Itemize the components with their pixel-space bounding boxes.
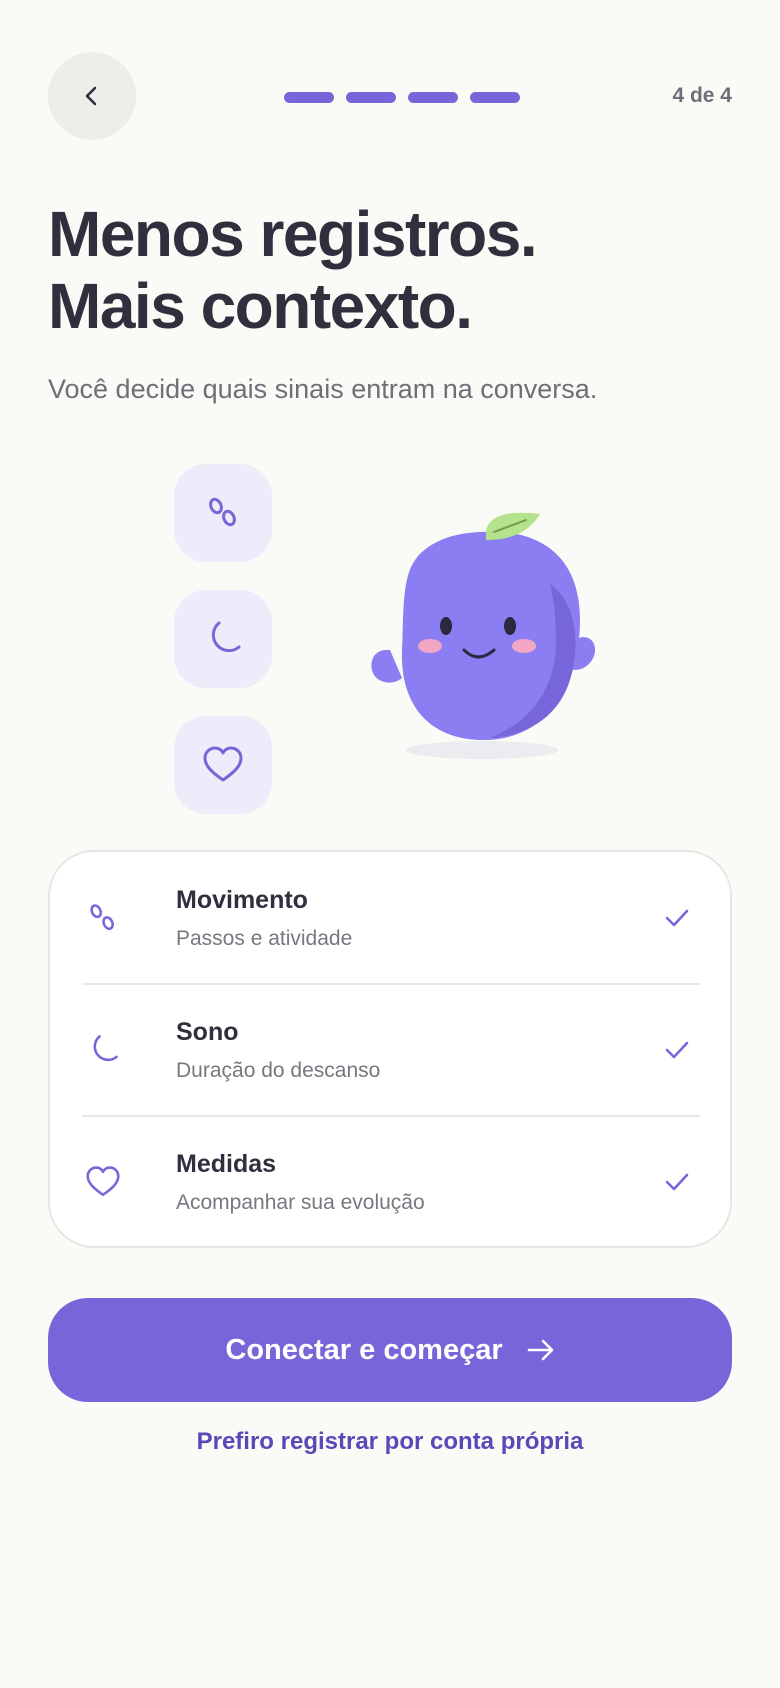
chevron-left-icon xyxy=(85,86,97,106)
title-line-2: Mais contexto. xyxy=(48,270,473,342)
title-line-1: Menos registros. xyxy=(48,198,538,270)
progress-step-2 xyxy=(346,92,396,103)
page-title: Menos registros. Mais contexto. xyxy=(48,198,748,342)
heart-tile xyxy=(174,716,272,814)
moon-icon xyxy=(211,621,241,653)
back-button[interactable] xyxy=(48,52,136,140)
moon-tile xyxy=(174,590,272,688)
plum-mascot-illustration xyxy=(371,512,596,759)
signal-name: Movimento xyxy=(176,885,308,914)
check-icon xyxy=(662,1035,692,1065)
signal-row-sono[interactable]: Sono Duração do descanso xyxy=(82,984,700,1116)
progress-step-3 xyxy=(408,92,458,103)
check-icon xyxy=(662,903,692,933)
page-subtitle: Você decide quais sinais entram na conve… xyxy=(48,374,598,404)
signal-description: Acompanhar sua evolução xyxy=(176,1190,425,1214)
signal-description: Duração do descanso xyxy=(176,1058,381,1082)
signal-row-medidas[interactable]: Medidas Acompanhar sua evolução xyxy=(82,1116,700,1248)
connect-and-start-button[interactable]: Conectar e começar xyxy=(48,1298,732,1402)
connect-button-label: Conectar e começar xyxy=(225,1333,503,1366)
check-icon xyxy=(662,1167,692,1197)
moon-icon xyxy=(82,1029,124,1071)
signal-name: Medidas xyxy=(176,1149,277,1178)
heart-icon xyxy=(203,746,243,782)
signals-card: Movimento Passos e atividade Sono Duraçã… xyxy=(48,850,732,1248)
progress-indicator xyxy=(284,92,520,103)
heart-icon xyxy=(82,1161,124,1203)
manual-entry-link[interactable]: Prefiro registrar por conta própria xyxy=(48,1428,732,1456)
arrow-right-icon xyxy=(527,1339,553,1361)
progress-step-4 xyxy=(470,92,520,103)
signal-description: Passos e atividade xyxy=(176,926,353,950)
signal-name: Sono xyxy=(176,1017,239,1046)
footsteps-icon xyxy=(82,897,124,939)
footsteps-tile xyxy=(174,464,272,562)
signal-row-movimento[interactable]: Movimento Passos e atividade xyxy=(82,852,700,984)
footsteps-icon xyxy=(209,497,236,527)
progress-step-1 xyxy=(284,92,334,103)
step-counter: 4 de 4 xyxy=(672,84,732,107)
